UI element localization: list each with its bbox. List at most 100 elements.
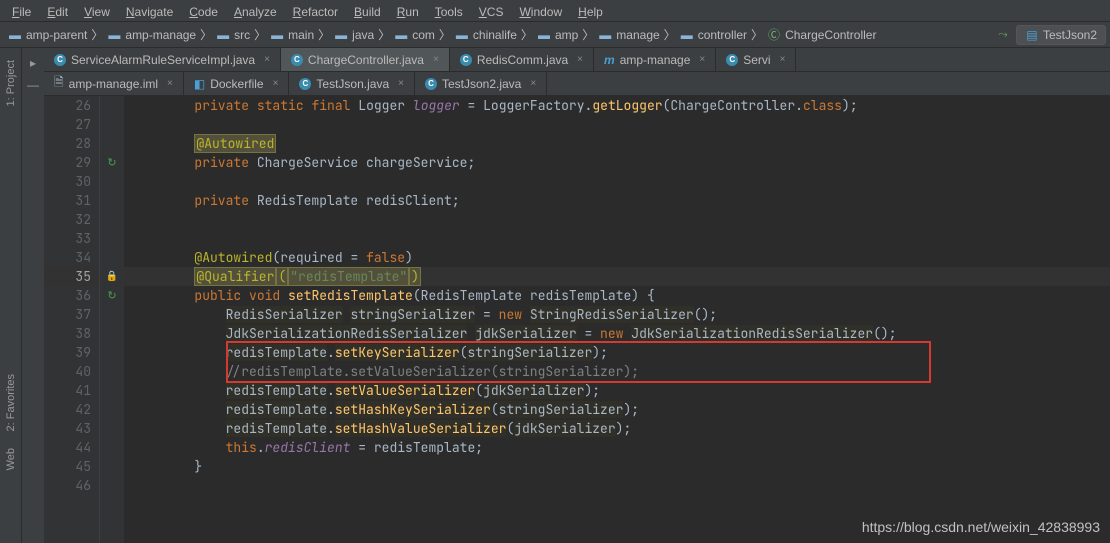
class-file-icon: C [425, 78, 437, 90]
line-number: 40 [44, 362, 99, 381]
menu-edit[interactable]: Edit [39, 3, 76, 18]
code-line[interactable]: @Autowired(required = false) [124, 248, 1110, 267]
code-content[interactable]: private static final Logger logger = Log… [124, 96, 1110, 543]
breadcrumb-item[interactable]: ▬manage [594, 26, 663, 44]
code-line[interactable]: private RedisTemplate redisClient; [124, 191, 1110, 210]
breadcrumb-item[interactable]: ▬chinalife [451, 26, 521, 44]
docker-icon: ◧ [194, 77, 205, 91]
menu-code[interactable]: Code [181, 3, 226, 18]
close-icon[interactable]: × [699, 54, 705, 65]
breadcrumb-label: manage [616, 28, 659, 42]
gutter-indicator [100, 438, 124, 457]
code-line[interactable] [124, 172, 1110, 191]
code-line[interactable]: } [124, 457, 1110, 476]
tab-label: Servi [743, 53, 770, 67]
breadcrumb-item[interactable]: ▬ com [390, 26, 439, 44]
editor-tabs-row-2: 🗎amp-manage.iml×◧Dockerfile× C TestJson.ja… [44, 72, 1110, 96]
line-number: 46 [44, 476, 99, 495]
close-icon[interactable]: × [780, 54, 786, 65]
breadcrumb-item[interactable]: ▬amp-parent [4, 26, 91, 44]
breadcrumb-item[interactable]: ▬controller [676, 26, 751, 44]
gutter-indicator: ↻ [100, 153, 124, 172]
editor-tab[interactable]: CRedisComm.java× [450, 48, 594, 71]
menu-file[interactable]: File [4, 3, 39, 18]
close-icon[interactable]: × [577, 54, 583, 65]
code-line[interactable] [124, 210, 1110, 229]
code-line[interactable]: private ChargeService chargeService; [124, 153, 1110, 172]
editor-tab[interactable]: mamp-manage× [594, 48, 716, 71]
code-line[interactable] [124, 476, 1110, 495]
folder-icon: ▬ [394, 28, 408, 42]
editor-tab[interactable]: CTestJson2.java× [415, 72, 547, 95]
run-config-selector[interactable]: ▤ TestJson2 [1016, 25, 1106, 45]
code-line[interactable]: @Qualifier("redisTemplate") [124, 267, 1110, 286]
breadcrumb-item[interactable]: ▬amp [533, 26, 582, 44]
vcs-change-icon[interactable]: ↻ [107, 156, 116, 169]
code-line[interactable] [124, 229, 1110, 248]
gutter-indicator [100, 381, 124, 400]
close-icon[interactable]: × [433, 54, 439, 65]
gutter-indicator [100, 476, 124, 495]
breadcrumb-label: chinalife [473, 28, 517, 42]
editor-tab[interactable]: CServi× [716, 48, 796, 71]
close-icon[interactable]: × [530, 78, 536, 89]
menu-run[interactable]: Run [389, 3, 427, 18]
code-line[interactable]: //redisTemplate.setValueSerializer(strin… [124, 362, 1110, 381]
editor-tab[interactable]: ◧Dockerfile× [184, 72, 290, 95]
editor-tab[interactable]: C TestJson.java × [289, 72, 415, 95]
close-icon[interactable]: × [398, 78, 404, 89]
vcs-change-icon[interactable]: ↻ [107, 289, 116, 302]
close-icon[interactable]: × [167, 78, 173, 89]
folder-icon: ▬ [107, 28, 121, 42]
project-hide-icon[interactable]: — [24, 76, 42, 94]
code-line[interactable]: private static final Logger logger = Log… [124, 96, 1110, 115]
breadcrumb-item[interactable]: ▬java [330, 26, 378, 44]
breadcrumb-item[interactable]: ▬main [266, 26, 318, 44]
close-icon[interactable]: × [273, 78, 279, 89]
line-number: 27 [44, 115, 99, 134]
breadcrumb-label: com [412, 28, 435, 42]
code-editor[interactable]: 2627282930313233343536373839404142434445… [44, 96, 1110, 543]
code-line[interactable]: redisTemplate.setHashKeySerializer(strin… [124, 400, 1110, 419]
editor-tab[interactable]: CChargeController.java× [281, 48, 450, 71]
menu-window[interactable]: Window [511, 3, 570, 18]
build-icon[interactable]: ⤳ [996, 28, 1010, 42]
breadcrumb-item[interactable]: ⒸChargeController [763, 26, 880, 44]
menu-vcs[interactable]: VCS [471, 3, 512, 18]
menu-build[interactable]: Build [346, 3, 389, 18]
code-line[interactable]: redisTemplate.setValueSerializer(jdkSeri… [124, 381, 1110, 400]
menu-navigate[interactable]: Navigate [118, 3, 181, 18]
close-icon[interactable]: × [264, 54, 270, 65]
file-icon: 🗎 [54, 73, 64, 94]
chevron-right-icon: 〉 [200, 26, 212, 43]
breadcrumb-bar: ▬amp-parent〉▬amp-manage〉▬src〉▬main〉▬java… [0, 22, 1110, 48]
code-line[interactable]: @Autowired [124, 134, 1110, 153]
editor-tab[interactable]: CServiceAlarmRuleServiceImpl.java× [44, 48, 281, 71]
code-line[interactable]: RedisSerializer stringSerializer = new S… [124, 305, 1110, 324]
code-line[interactable]: redisTemplate.setHashValueSerializer(jdk… [124, 419, 1110, 438]
tool-window-project[interactable]: 1: Project [5, 60, 17, 106]
breadcrumb-item[interactable]: ▬src [212, 26, 254, 44]
menu-help[interactable]: Help [570, 3, 611, 18]
tab-label: TestJson.java [316, 77, 389, 91]
chevron-right-icon: 〉 [318, 26, 330, 43]
project-collapse-icon[interactable]: ▸ [24, 54, 42, 72]
code-line[interactable] [124, 115, 1110, 134]
menu-refactor[interactable]: Refactor [285, 3, 346, 18]
code-line[interactable]: JdkSerializationRedisSerializer jdkSeria… [124, 324, 1110, 343]
breadcrumb-item[interactable]: ▬amp-manage [103, 26, 200, 44]
menu-tools[interactable]: Tools [427, 3, 471, 18]
gutter-indicator: ↻ [100, 286, 124, 305]
line-number: 42 [44, 400, 99, 419]
code-line[interactable]: this.redisClient = redisTemplate; [124, 438, 1110, 457]
code-line[interactable]: redisTemplate.setKeySerializer(stringSer… [124, 343, 1110, 362]
class-file-icon: C [299, 78, 311, 90]
code-line[interactable]: public void setRedisTemplate(RedisTempla… [124, 286, 1110, 305]
tool-window-favorites[interactable]: 2: Favorites [5, 374, 17, 431]
menu-analyze[interactable]: Analyze [226, 3, 285, 18]
tool-window-web[interactable]: Web [5, 448, 17, 470]
editor-tab[interactable]: 🗎amp-manage.iml× [44, 72, 184, 95]
chevron-right-icon: 〉 [582, 26, 594, 43]
gutter-indicator [100, 324, 124, 343]
menu-view[interactable]: View [76, 3, 118, 18]
